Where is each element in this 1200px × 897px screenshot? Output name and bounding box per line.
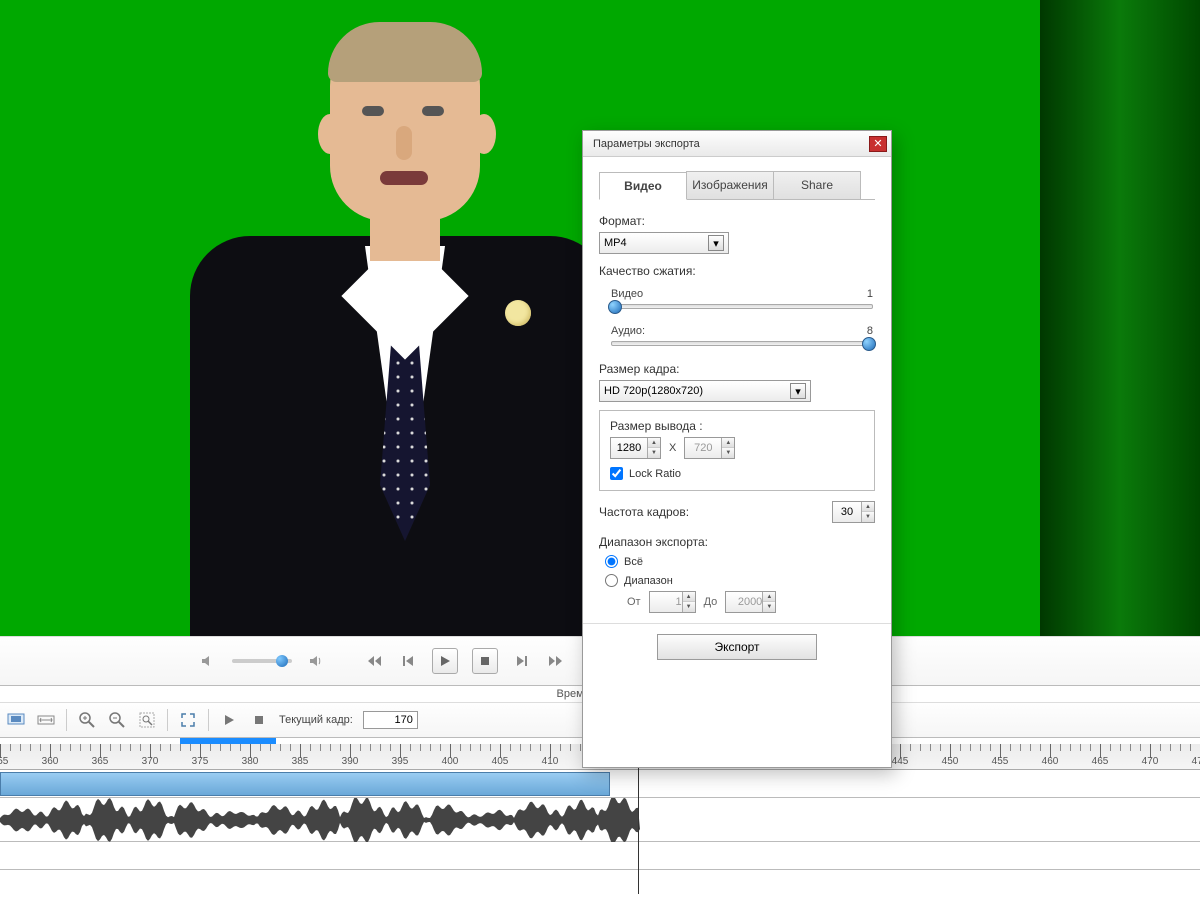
audio-quality-slider[interactable] <box>611 341 873 346</box>
format-label: Формат: <box>599 214 875 228</box>
caret-down-icon[interactable]: ▼ <box>683 602 695 612</box>
caret-down-icon[interactable]: ▼ <box>648 448 660 458</box>
fps-input[interactable]: ▲▼ <box>832 501 875 523</box>
current-frame-input[interactable] <box>363 711 418 729</box>
export-dialog: Параметры экспорта ✕ Видео Изображения S… <box>582 130 892 768</box>
rewind-button[interactable] <box>364 651 384 671</box>
video-track[interactable] <box>0 770 1200 798</box>
volume-icon[interactable] <box>306 651 326 671</box>
frame-size-label: Размер кадра: <box>599 362 875 376</box>
mute-icon[interactable] <box>198 651 218 671</box>
lock-ratio-label: Lock Ratio <box>629 468 681 480</box>
current-frame-label: Текущий кадр: <box>279 714 353 726</box>
lock-ratio-checkbox[interactable]: Lock Ratio <box>610 467 864 480</box>
range-label: Диапазон экспорта: <box>599 535 875 549</box>
fullscreen-icon[interactable] <box>178 710 198 730</box>
timeline-tracks <box>0 770 1200 870</box>
frame-size-value: HD 720p(1280x720) <box>604 385 703 397</box>
frame-size-select[interactable]: HD 720p(1280x720) ▾ <box>599 380 811 402</box>
range-from-label: От <box>627 596 641 608</box>
output-size-group: Размер вывода : ▲▼ X ▲▼ Lock Ratio <box>599 410 875 491</box>
height-input[interactable]: ▲▼ <box>684 437 735 459</box>
caret-down-icon[interactable]: ▼ <box>722 448 734 458</box>
close-button[interactable]: ✕ <box>869 136 887 152</box>
prev-frame-button[interactable] <box>398 651 418 671</box>
audio-quality-value: 8 <box>867 325 873 337</box>
video-quality-value: 1 <box>867 288 873 300</box>
range-to-label: До <box>704 596 718 608</box>
export-tabs: Видео Изображения Share <box>599 171 875 200</box>
dialog-title: Параметры экспорта <box>593 138 700 150</box>
quality-label: Качество сжатия: <box>599 264 875 278</box>
audio-waveform <box>0 798 640 842</box>
stop-button[interactable] <box>472 648 498 674</box>
zoom-fit-icon[interactable] <box>137 710 157 730</box>
fast-forward-button[interactable] <box>546 651 566 671</box>
zoom-in-icon[interactable] <box>77 710 97 730</box>
tab-image[interactable]: Изображения <box>686 171 774 199</box>
play-button[interactable] <box>432 648 458 674</box>
tab-share[interactable]: Share <box>773 171 861 199</box>
caret-down-icon[interactable]: ▼ <box>763 602 775 612</box>
dialog-titlebar[interactable]: Параметры экспорта ✕ <box>583 131 891 157</box>
caret-up-icon[interactable]: ▲ <box>763 592 775 602</box>
caret-down-icon[interactable]: ▼ <box>862 512 874 522</box>
width-input[interactable]: ▲▼ <box>610 437 661 459</box>
range-to-input[interactable]: ▲▼ <box>725 591 776 613</box>
video-subject <box>200 26 620 636</box>
video-quality-slider[interactable] <box>611 304 873 309</box>
video-quality-label: Видео <box>611 288 643 300</box>
tool-fit-icon[interactable] <box>36 710 56 730</box>
dimension-x: X <box>669 442 676 454</box>
chevron-down-icon: ▾ <box>790 383 806 399</box>
tool-screen-icon[interactable] <box>6 710 26 730</box>
range-from-input[interactable]: ▲▼ <box>649 591 696 613</box>
caret-up-icon[interactable]: ▲ <box>722 438 734 448</box>
audio-quality-label: Аудио: <box>611 325 645 337</box>
export-button[interactable]: Экспорт <box>657 634 817 660</box>
caret-up-icon[interactable]: ▲ <box>862 502 874 512</box>
empty-track[interactable] <box>0 842 1200 870</box>
caret-up-icon[interactable]: ▲ <box>648 438 660 448</box>
chevron-down-icon: ▾ <box>708 235 724 251</box>
next-frame-button[interactable] <box>512 651 532 671</box>
range-all-radio[interactable]: Всё <box>605 555 875 568</box>
greenscreen-side <box>1040 0 1200 636</box>
format-select[interactable]: MP4 ▾ <box>599 232 729 254</box>
timeline-stop-icon[interactable] <box>249 710 269 730</box>
video-clip[interactable] <box>0 772 610 796</box>
audio-track[interactable] <box>0 798 1200 842</box>
output-size-label: Размер вывода : <box>610 419 864 433</box>
caret-up-icon[interactable]: ▲ <box>683 592 695 602</box>
fps-label: Частота кадров: <box>599 505 689 519</box>
tab-video[interactable]: Видео <box>599 172 687 200</box>
timeline-play-icon[interactable] <box>219 710 239 730</box>
volume-slider[interactable] <box>232 659 292 663</box>
range-custom-radio[interactable]: Диапазон <box>605 574 875 587</box>
zoom-out-icon[interactable] <box>107 710 127 730</box>
format-value: MP4 <box>604 237 627 249</box>
